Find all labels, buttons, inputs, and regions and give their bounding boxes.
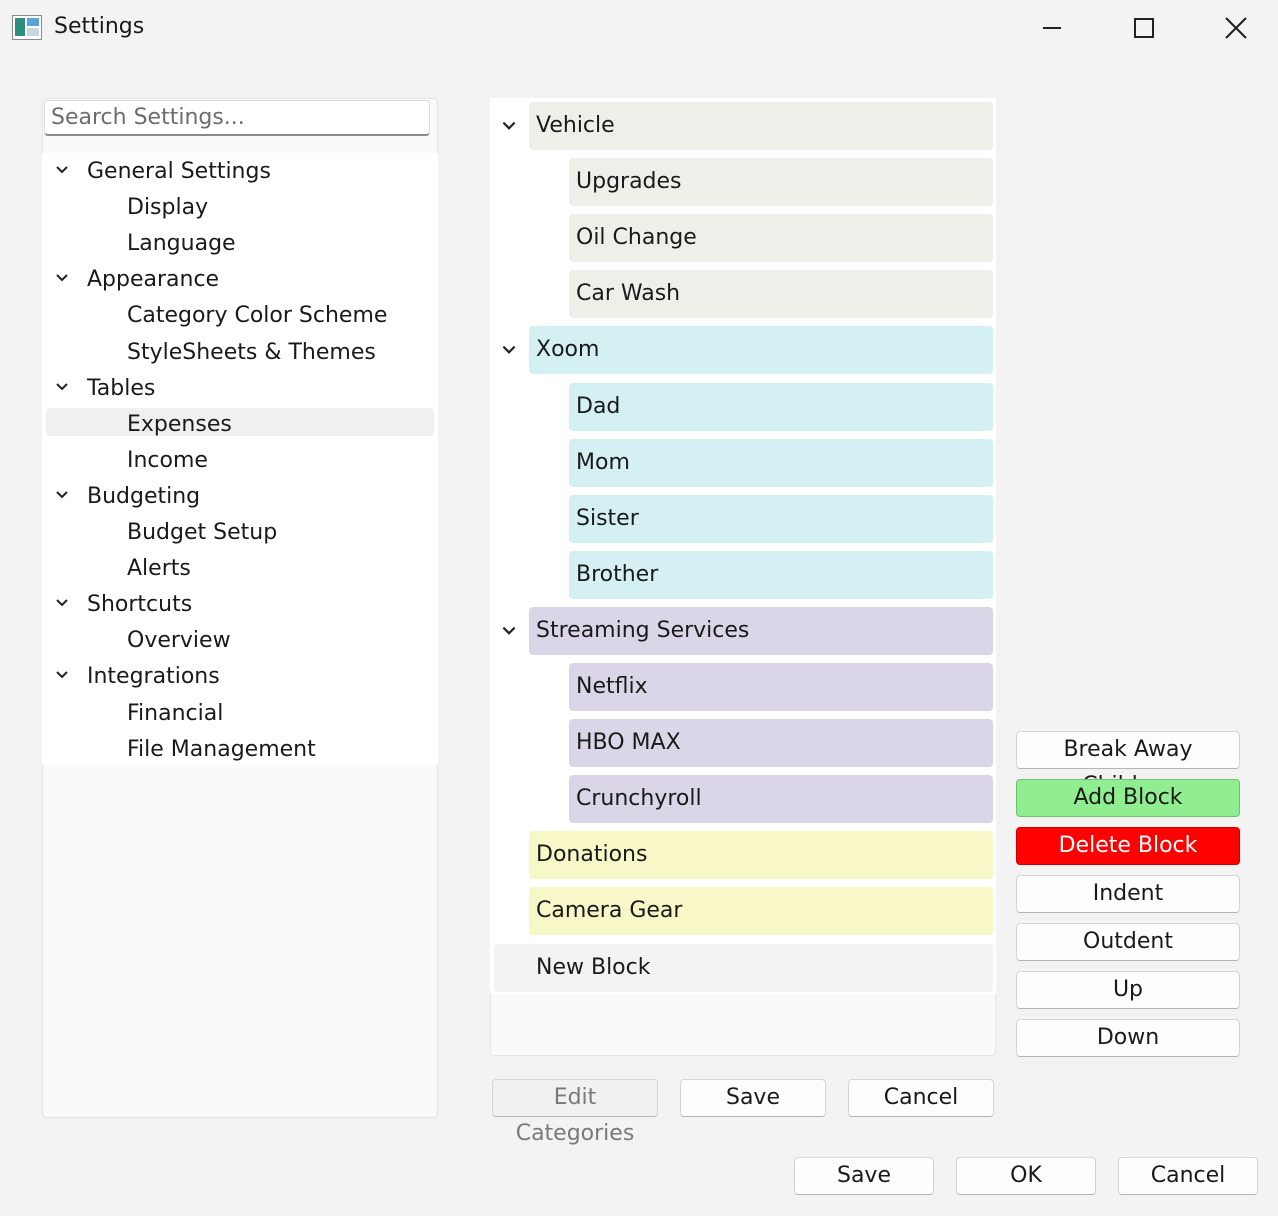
block-donations[interactable]: Donations xyxy=(529,831,993,879)
delete-block-button[interactable]: Delete Block xyxy=(1016,827,1240,865)
break-away-children-button[interactable]: Break Away Children xyxy=(1016,731,1240,798)
indent-button[interactable]: Indent xyxy=(1016,875,1240,913)
minimize-icon xyxy=(1043,27,1061,29)
edit-categories-button[interactable]: Edit Categories xyxy=(492,1079,658,1146)
block-oil-change[interactable]: Oil Change xyxy=(569,214,993,262)
nav-group-tables[interactable]: Tables xyxy=(87,374,155,404)
chevron-down-icon[interactable] xyxy=(500,607,518,655)
nav-item-income[interactable]: Income xyxy=(127,446,208,476)
block-hbo-max[interactable]: HBO MAX xyxy=(569,719,993,767)
panel-save-button[interactable]: Save xyxy=(680,1079,826,1117)
down-button[interactable]: Down xyxy=(1016,1019,1240,1057)
nav-group-shortcuts[interactable]: Shortcuts xyxy=(87,590,192,620)
nav-item-language[interactable]: Language xyxy=(127,229,236,259)
chevron-down-icon[interactable] xyxy=(54,590,70,620)
nav-item-budget-setup[interactable]: Budget Setup xyxy=(127,518,277,548)
chevron-down-icon[interactable] xyxy=(54,482,70,512)
chevron-down-icon[interactable] xyxy=(54,662,70,692)
maximize-icon xyxy=(1134,18,1154,38)
nav-item-display[interactable]: Display xyxy=(127,193,208,223)
nav-group-integrations[interactable]: Integrations xyxy=(87,662,220,692)
nav-item-financial[interactable]: Financial xyxy=(127,699,223,729)
footer-cancel-button[interactable]: Cancel xyxy=(1118,1157,1258,1195)
nav-item-file-management[interactable]: File Management xyxy=(127,735,316,765)
block-new-block[interactable]: New Block xyxy=(494,944,993,992)
block-upgrades[interactable]: Upgrades xyxy=(569,158,993,206)
selected-row-highlight xyxy=(46,408,434,436)
block-sister[interactable]: Sister xyxy=(569,495,993,543)
nav-item-expenses[interactable]: Expenses xyxy=(127,410,232,440)
nav-item-overview[interactable]: Overview xyxy=(127,626,231,656)
close-button[interactable] xyxy=(1190,0,1278,56)
chevron-down-icon[interactable] xyxy=(54,157,70,187)
window-title: Settings xyxy=(54,14,145,39)
nav-group-appearance[interactable]: Appearance xyxy=(87,265,219,295)
nav-group-budgeting[interactable]: Budgeting xyxy=(87,482,200,512)
block-dad[interactable]: Dad xyxy=(569,383,993,431)
outdent-button[interactable]: Outdent xyxy=(1016,923,1240,961)
block-streaming-services[interactable]: Streaming Services xyxy=(529,607,993,655)
search-input[interactable]: Search Settings... xyxy=(44,100,430,136)
close-icon xyxy=(1225,17,1247,39)
title-bar: Settings xyxy=(0,0,1278,58)
chevron-down-icon[interactable] xyxy=(54,374,70,404)
footer-save-button[interactable]: Save xyxy=(794,1157,934,1195)
block-xoom[interactable]: Xoom xyxy=(529,326,993,374)
block-crunchyroll[interactable]: Crunchyroll xyxy=(569,775,993,823)
block-vehicle[interactable]: Vehicle xyxy=(529,102,993,150)
settings-app-icon xyxy=(12,15,42,40)
chevron-down-icon[interactable] xyxy=(54,265,70,295)
maximize-button[interactable] xyxy=(1098,0,1190,56)
chevron-down-icon[interactable] xyxy=(500,326,518,374)
block-netflix[interactable]: Netflix xyxy=(569,663,993,711)
add-block-button[interactable]: Add Block xyxy=(1016,779,1240,817)
block-mom[interactable]: Mom xyxy=(569,439,993,487)
block-camera-gear[interactable]: Camera Gear xyxy=(529,887,993,935)
up-button[interactable]: Up xyxy=(1016,971,1240,1009)
chevron-down-icon[interactable] xyxy=(500,102,518,150)
nav-group-general-settings[interactable]: General Settings xyxy=(87,157,271,187)
block-car-wash[interactable]: Car Wash xyxy=(569,270,993,318)
panel-cancel-button[interactable]: Cancel xyxy=(848,1079,994,1117)
minimize-button[interactable] xyxy=(1006,0,1098,56)
ok-button[interactable]: OK xyxy=(956,1157,1096,1195)
nav-item-alerts[interactable]: Alerts xyxy=(127,554,191,584)
nav-item-stylesheets-themes[interactable]: StyleSheets & Themes xyxy=(127,338,376,368)
block-brother[interactable]: Brother xyxy=(569,551,993,599)
nav-item-category-color-scheme[interactable]: Category Color Scheme xyxy=(127,301,387,331)
